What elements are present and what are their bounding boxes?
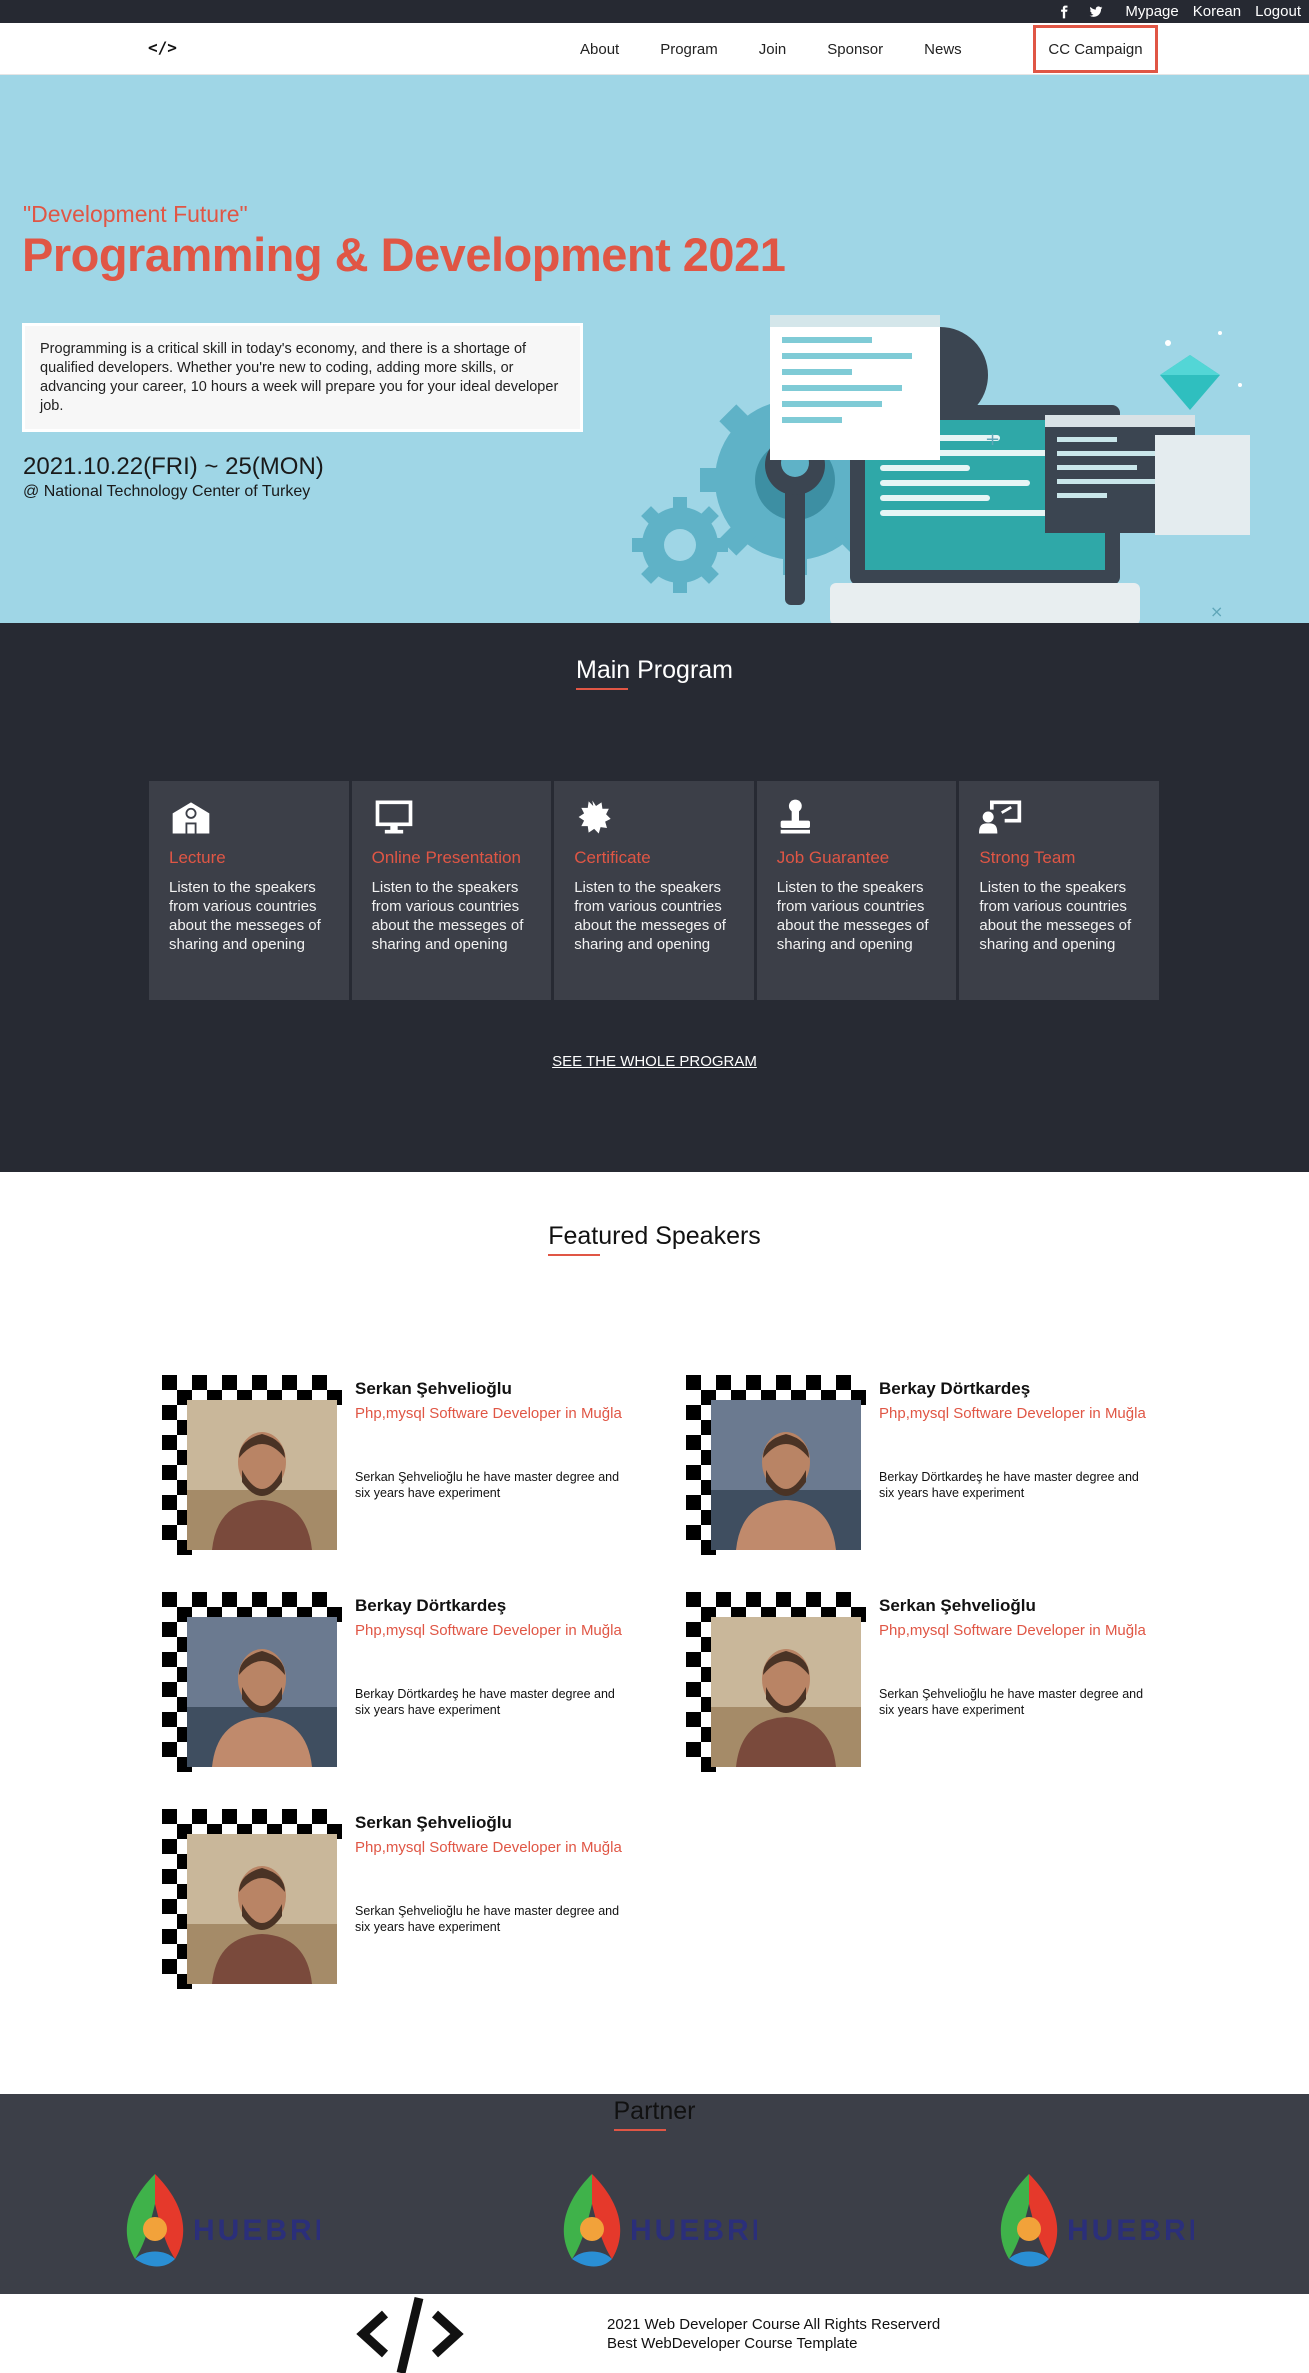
speaker-card[interactable]: Berkay Dörtkardeş Php,mysql Software Dev…: [686, 1375, 1156, 1555]
speaker-role: Php,mysql Software Developer in Muğla: [355, 1622, 622, 1639]
card-text: Listen to the speakers from various coun…: [169, 879, 321, 953]
monitor-icon: [372, 797, 532, 837]
speaker-name: Berkay Dörtkardeş: [355, 1596, 507, 1615]
card-text: Listen to the speakers from various coun…: [979, 879, 1132, 953]
mypage-link[interactable]: Mypage: [1125, 3, 1178, 20]
partner-logo-text: HUEBRIS: [193, 2214, 320, 2247]
school-icon: [169, 797, 329, 837]
speaker-role: Php,mysql Software Developer in Muğla: [879, 1405, 1146, 1422]
social-links: [1057, 5, 1103, 19]
footer-copyright: 2021 Web Developer Course All Rights Res…: [607, 2316, 941, 2333]
speaker-description: Berkay Dörtkardeş he have master degree …: [879, 1470, 1139, 1500]
card-title: Lecture: [169, 848, 226, 867]
speaker-name: Berkay Dörtkardeş: [879, 1379, 1031, 1398]
hero-headline: Programming & Development 2021: [22, 228, 786, 281]
facebook-icon[interactable]: [1057, 5, 1071, 19]
teacher-icon: [979, 797, 1139, 837]
certificate-icon: [574, 797, 734, 837]
partner-section: Partner HUEBRIS HUEBRIS HUEBRIS: [0, 2094, 1309, 2294]
speaker-name: Serkan Şehvelioğlu: [879, 1596, 1036, 1615]
footer: 2021 Web Developer Course All Rights Res…: [0, 2294, 1309, 2373]
speaker-name: Serkan Şehvelioğlu: [355, 1379, 512, 1398]
card-title: Online Presentation: [371, 848, 521, 867]
partner-logo-text: HUEBRIS: [630, 2214, 757, 2247]
main-navigation: </> About Program Join Sponsor News CC C…: [0, 23, 1309, 75]
hero-banner: "Development Future" Programming & Devel…: [0, 75, 1309, 623]
nav-menu: About Program Join Sponsor News: [580, 23, 1003, 75]
nav-item-join[interactable]: Join: [759, 41, 787, 58]
partner-logo[interactable]: HUEBRIS: [989, 2164, 1194, 2274]
event-dates: 2021.10.22(FRI) ~ 25(MON): [23, 453, 324, 480]
partner-logo-text: HUEBRIS: [1067, 2214, 1194, 2247]
speaker-card[interactable]: Serkan Şehvelioğlu Php,mysql Software De…: [162, 1809, 632, 1989]
speaker-photo: [711, 1400, 861, 1550]
nav-item-program[interactable]: Program: [660, 41, 718, 58]
card-text: Listen to the speakers from various coun…: [371, 879, 524, 953]
nav-item-about[interactable]: About: [580, 41, 619, 58]
program-cards: Lecture Listen to the speakers from vari…: [149, 781, 1159, 1000]
svg-text:×: ×: [1210, 602, 1223, 621]
card-title: Strong Team: [979, 848, 1076, 867]
featured-speakers-section: Featured Speakers Serkan Şehvelioğlu Php…: [0, 1172, 1309, 2094]
speaker-role: Php,mysql Software Developer in Muğla: [355, 1405, 622, 1422]
speaker-card[interactable]: Berkay Dörtkardeş Php,mysql Software Dev…: [162, 1592, 632, 1772]
speaker-photo: [187, 1617, 337, 1767]
twitter-icon[interactable]: [1089, 5, 1103, 19]
speaker-description: Serkan Şehvelioğlu he have master degree…: [355, 1470, 620, 1500]
logout-link[interactable]: Logout: [1255, 3, 1301, 20]
svg-text:+: +: [985, 429, 1000, 450]
partner-title: Partner: [613, 2097, 696, 2131]
speaker-description: Serkan Şehvelioğlu he have master degree…: [879, 1687, 1144, 1717]
program-card-lecture[interactable]: Lecture Listen to the speakers from vari…: [149, 781, 349, 1000]
partner-logo[interactable]: HUEBRIS: [552, 2164, 757, 2274]
speaker-photo: [187, 1834, 337, 1984]
card-text: Listen to the speakers from various coun…: [574, 879, 726, 953]
program-card-strong-team[interactable]: Strong Team Listen to the speakers from …: [959, 781, 1159, 1000]
speaker-card[interactable]: Serkan Şehvelioğlu Php,mysql Software De…: [162, 1375, 632, 1555]
program-card-certificate[interactable]: Certificate Listen to the speakers from …: [554, 781, 754, 1000]
see-whole-program-link[interactable]: SEE THE WHOLE PROGRAM: [0, 1053, 1309, 1070]
nav-item-news[interactable]: News: [924, 41, 962, 58]
speaker-description: Serkan Şehvelioğlu he have master degree…: [355, 1904, 620, 1934]
footer-tagline: Best WebDeveloper Course Template: [607, 2335, 858, 2352]
nav-item-sponsor[interactable]: Sponsor: [827, 41, 883, 58]
card-text: Listen to the speakers from various coun…: [776, 879, 929, 953]
main-program-title: Main Program: [576, 656, 733, 690]
utility-links: Mypage Korean Logout: [1057, 0, 1301, 23]
speaker-role: Php,mysql Software Developer in Muğla: [879, 1622, 1146, 1639]
stamp-icon: [777, 797, 937, 837]
hero-tagline: "Development Future": [23, 201, 248, 227]
speaker-photo: [187, 1400, 337, 1550]
program-card-job-guarantee[interactable]: Job Guarantee Listen to the speakers fro…: [756, 781, 957, 1000]
card-title: Job Guarantee: [776, 848, 890, 867]
footer-code-logo-icon: [356, 2296, 464, 2373]
speaker-role: Php,mysql Software Developer in Muğla: [355, 1839, 622, 1856]
featured-speakers-title: Featured Speakers: [548, 1222, 761, 1256]
card-title: Certificate: [574, 848, 651, 867]
speaker-name: Serkan Şehvelioğlu: [355, 1813, 512, 1832]
language-link[interactable]: Korean: [1193, 3, 1241, 20]
site-logo[interactable]: </>: [148, 38, 177, 57]
speaker-photo: [711, 1617, 861, 1767]
developer-illustration: + ×: [632, 315, 1250, 623]
program-card-online-presentation[interactable]: Online Presentation Listen to the speake…: [351, 781, 552, 1000]
partner-logo[interactable]: HUEBRIS: [115, 2164, 320, 2274]
top-utility-bar: Mypage Korean Logout: [0, 0, 1309, 23]
main-program-section: Main Program Lecture Listen to the speak…: [0, 623, 1309, 1172]
hero-intro-box: Programming is a critical skill in today…: [22, 323, 583, 432]
speaker-description: Berkay Dörtkardeş he have master degree …: [355, 1687, 615, 1717]
speaker-card[interactable]: Serkan Şehvelioğlu Php,mysql Software De…: [686, 1592, 1156, 1772]
cc-campaign-button[interactable]: CC Campaign: [1033, 25, 1158, 73]
event-venue: @ National Technology Center of Turkey: [23, 483, 311, 500]
